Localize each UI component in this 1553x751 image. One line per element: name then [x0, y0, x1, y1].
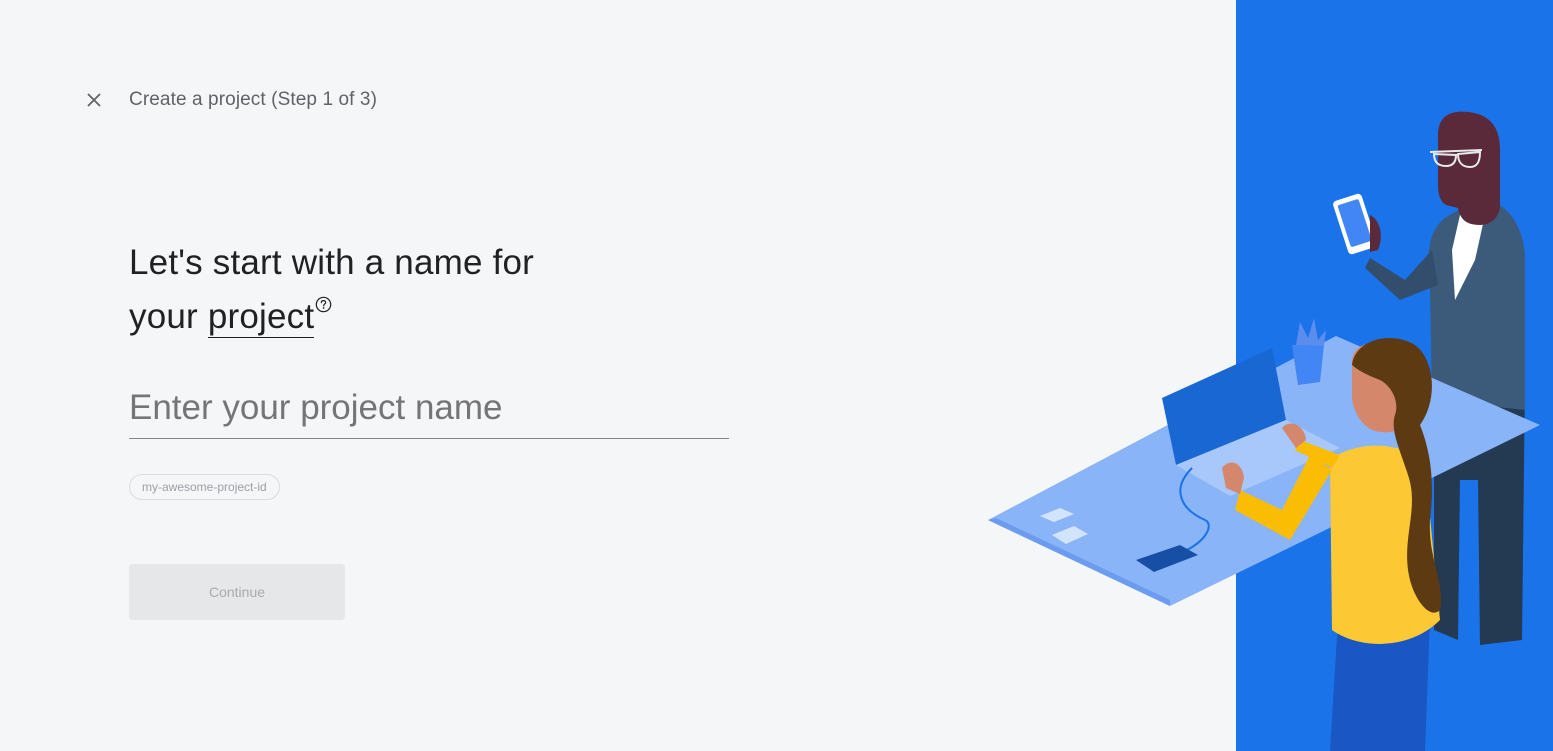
- project-id-chip[interactable]: my-awesome-project-id: [129, 474, 280, 500]
- project-term-link[interactable]: project: [207, 297, 315, 338]
- dialog-header: Create a project (Step 1 of 3): [84, 89, 377, 111]
- help-circle-icon[interactable]: [315, 296, 332, 313]
- heading-line-1: Let's start with a name for: [129, 243, 535, 282]
- dialog-title: Create a project (Step 1 of 3): [129, 89, 378, 110]
- hero-illustration: [988, 0, 1553, 751]
- close-button[interactable]: [84, 90, 104, 110]
- heading-line-2: your project: [129, 290, 534, 344]
- project-name-field: [129, 380, 729, 439]
- close-icon: [87, 93, 101, 107]
- continue-button[interactable]: Continue: [129, 564, 345, 620]
- project-name-input[interactable]: [129, 380, 729, 436]
- page-heading: Let's start with a name for your project: [129, 236, 534, 344]
- heading-prefix: your: [129, 297, 208, 336]
- create-project-page: Create a project (Step 1 of 3) Let's sta…: [0, 0, 1553, 751]
